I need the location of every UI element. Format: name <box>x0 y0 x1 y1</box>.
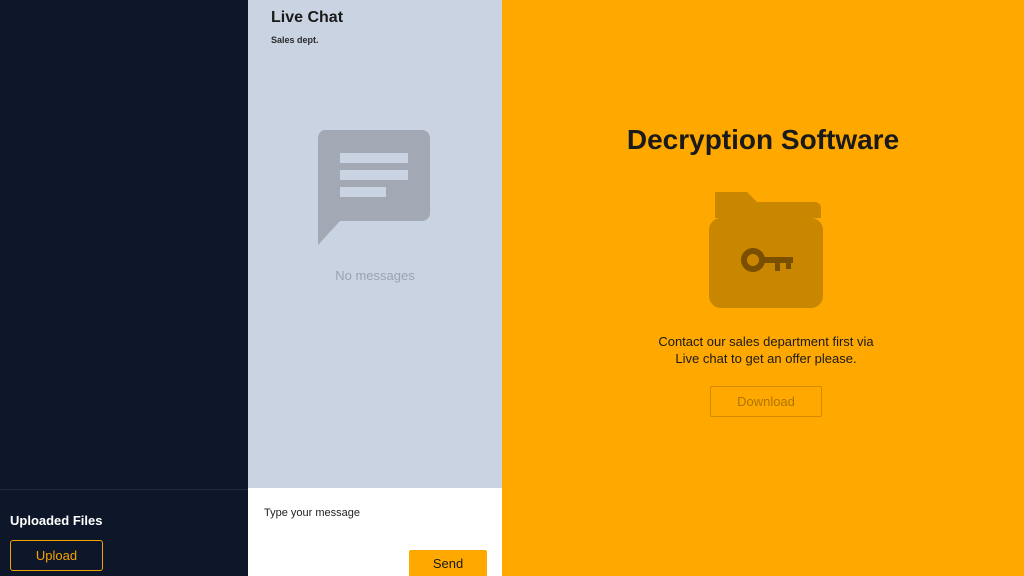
chat-composer: Send <box>248 488 502 576</box>
send-button[interactable]: Send <box>409 550 487 576</box>
live-chat-panel: Live Chat Sales dept. No messages Send <box>248 0 502 576</box>
decryption-panel: Decryption Software Contact our sales de… <box>502 0 1024 576</box>
instructions-line-1: Contact our sales department first via <box>658 334 874 349</box>
message-input[interactable] <box>258 498 488 528</box>
download-button[interactable]: Download <box>710 386 822 417</box>
instructions-text: Contact our sales department first via L… <box>613 333 919 367</box>
chat-title: Live Chat <box>271 9 344 26</box>
uploaded-files-sidebar: Uploaded Files Upload <box>0 0 248 576</box>
chat-subtitle: Sales dept. <box>271 35 319 45</box>
chat-bubble-icon <box>317 130 430 245</box>
no-messages-text: No messages <box>335 268 415 283</box>
upload-button[interactable]: Upload <box>10 540 103 571</box>
uploaded-files-section: Uploaded Files Upload <box>0 489 248 576</box>
instructions-line-2: Live chat to get an offer please. <box>675 351 857 366</box>
uploaded-files-title: Uploaded Files <box>10 513 103 528</box>
page-title: Decryption Software <box>626 124 900 155</box>
key-folder-icon <box>709 192 823 308</box>
